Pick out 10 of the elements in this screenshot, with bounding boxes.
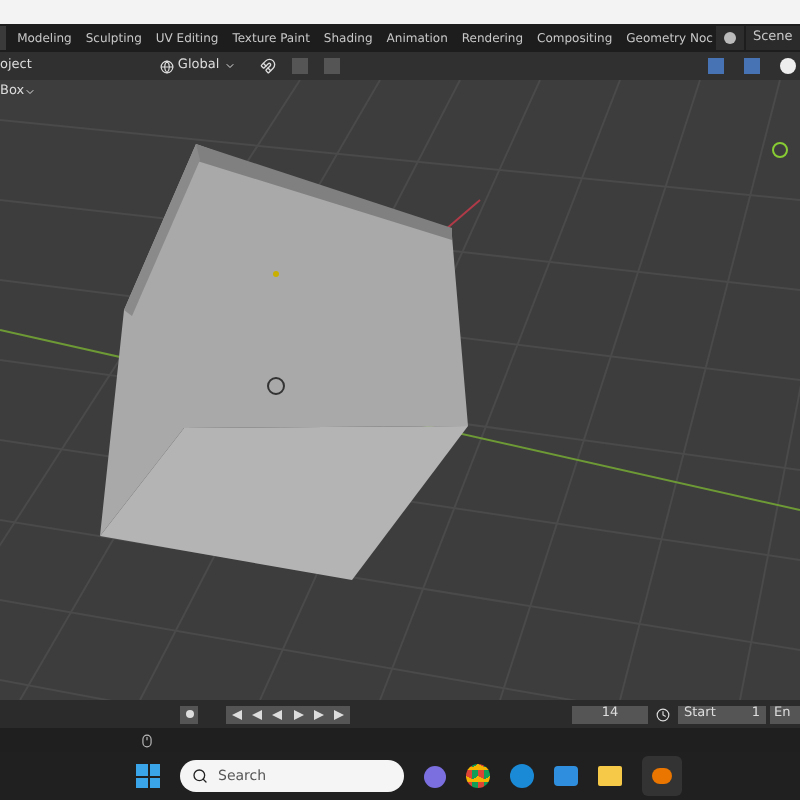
globe-icon[interactable] xyxy=(159,59,174,73)
record-button[interactable] xyxy=(180,705,198,723)
playback-controls[interactable] xyxy=(226,705,350,723)
windows-start-icon[interactable] xyxy=(136,764,160,788)
search-icon xyxy=(192,768,208,784)
stopwatch-icon[interactable] xyxy=(656,707,670,721)
chevron-down-icon[interactable] xyxy=(24,85,37,98)
mouse-icon xyxy=(140,733,154,747)
snap-icon[interactable] xyxy=(259,58,276,74)
chevron-down-icon[interactable] xyxy=(223,60,236,72)
